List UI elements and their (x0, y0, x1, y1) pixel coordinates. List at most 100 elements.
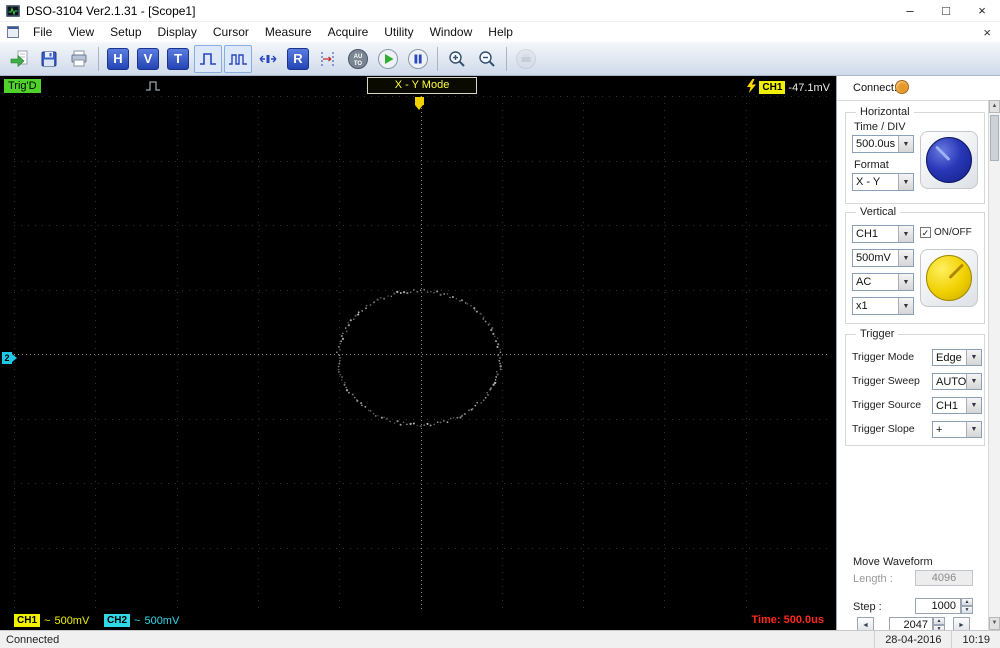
letter-icon: H (107, 47, 129, 70)
chevron-down-icon: ▼ (898, 226, 913, 242)
connect-label: Connect: (853, 82, 898, 94)
trigger-sweep-select[interactable]: AUTO ▼ (932, 373, 982, 390)
spin-down-icon[interactable]: ▼ (961, 606, 973, 614)
menu-setup[interactable]: Setup (102, 23, 149, 41)
scope-grid (14, 96, 828, 613)
cursor-measure-button[interactable] (314, 45, 342, 73)
trigger-mode-label: Trigger Mode (852, 351, 915, 363)
trigger-sweep-label: Trigger Sweep (852, 375, 920, 387)
length-label: Length : (853, 573, 893, 585)
refresh-panel-button[interactable]: R (284, 45, 312, 73)
single-waveform-button[interactable] (194, 44, 222, 73)
chevron-down-icon: ▼ (966, 422, 981, 437)
menu-help[interactable]: Help (480, 23, 521, 41)
save-icon (39, 49, 59, 69)
horizontal-panel-button[interactable]: H (104, 45, 132, 73)
ch2-position-marker[interactable]: 2 (2, 352, 17, 364)
print-button[interactable] (65, 45, 93, 73)
chevron-down-icon: ▼ (898, 298, 913, 314)
scope-display[interactable] (14, 96, 828, 613)
step-label: Step : (853, 601, 882, 613)
maximize-button[interactable]: □ (928, 0, 964, 21)
run-button[interactable] (374, 45, 402, 73)
menu-cursor[interactable]: Cursor (205, 23, 257, 41)
coupling-select[interactable]: AC ▼ (852, 273, 914, 291)
mdi-close-icon[interactable]: × (974, 25, 1000, 40)
volts-div-select[interactable]: 500mV ▼ (852, 249, 914, 267)
menu-items: File View Setup Display Cursor Measure Acquire… (25, 23, 521, 41)
checkbox-check-icon: ✓ (920, 227, 931, 238)
spin-up-icon[interactable]: ▲ (961, 598, 973, 606)
window-title: DSO-3104 Ver2.1.31 - [Scope1] (26, 3, 196, 18)
chevron-down-icon: ▼ (898, 136, 913, 152)
scope-area: Trig'D X - Y Mode CH1 -47.1mV 2 CH1 ~ 50… (0, 76, 836, 630)
horizontal-group-title: Horizontal (856, 106, 914, 118)
channel-onoff-checkbox[interactable]: ✓ ON/OFF (920, 227, 972, 238)
trigger-level-icon[interactable] (747, 79, 757, 96)
format-select[interactable]: X - Y ▼ (852, 173, 914, 191)
menubar: File View Setup Display Cursor Measure Acquire… (0, 22, 1000, 42)
timediv-value: 500.0us (856, 138, 896, 150)
chevron-down-icon: ▼ (898, 174, 913, 190)
menu-file[interactable]: File (25, 23, 60, 41)
trigger-panel-button[interactable]: T (164, 45, 192, 73)
menu-utility[interactable]: Utility (376, 23, 421, 41)
chevron-down-icon: ▼ (898, 250, 913, 266)
save-button[interactable] (35, 45, 63, 73)
probe-value: x1 (856, 300, 868, 312)
scrollbar-thumb[interactable] (990, 115, 999, 161)
chevron-down-icon: ▼ (966, 350, 981, 365)
xy-trace (336, 288, 502, 428)
volts-div-value: 500mV (856, 252, 891, 264)
zoom-in-button[interactable] (443, 45, 471, 73)
channel-value: CH1 (856, 228, 879, 240)
coupling-value: AC (856, 276, 872, 288)
minimize-button[interactable]: – (892, 0, 928, 21)
titlebar: DSO-3104 Ver2.1.31 - [Scope1] – □ × (0, 0, 1000, 22)
scope-channel-strip: CH1 ~ 500mV CH2 ~ 500mV Time: 500.0us (0, 612, 836, 630)
panel-scrollbar[interactable]: ▲ ▼ (988, 100, 1000, 630)
trigger-slope-label: Trigger Slope (852, 423, 915, 435)
pulse-double-icon (228, 49, 248, 69)
svg-text:AU: AU (354, 54, 363, 60)
menu-acquire[interactable]: Acquire (320, 23, 377, 41)
step-field[interactable]: 1000 (915, 598, 961, 614)
spin-up-icon[interactable]: ▲ (933, 617, 945, 625)
ch2-volts: 500mV (144, 614, 180, 627)
vertical-group: Vertical CH1 ▼ ✓ ON/OFF 500mV ▼ AC ▼ x1 … (845, 206, 985, 324)
scroll-up-icon[interactable]: ▲ (989, 100, 1000, 113)
autoscale-button[interactable] (254, 45, 282, 73)
probe-select[interactable]: x1 ▼ (852, 297, 914, 315)
display-mode-text: X - Y Mode (394, 79, 450, 91)
step-spinner[interactable]: ▲ ▼ (961, 598, 973, 614)
zoom-out-button[interactable] (473, 45, 501, 73)
ch2-marker-label: 2 (4, 353, 10, 363)
connect-led[interactable] (895, 80, 909, 94)
chevron-down-icon: ▼ (898, 274, 913, 290)
menu-view[interactable]: View (60, 23, 102, 41)
panel-divider (837, 100, 1000, 101)
trigger-source-select[interactable]: CH1 ▼ (932, 397, 982, 414)
close-button[interactable]: × (964, 0, 1000, 21)
vertical-panel-button[interactable]: V (134, 45, 162, 73)
menu-window[interactable]: Window (422, 23, 481, 41)
trigger-mode-select[interactable]: Edge ▼ (932, 349, 982, 366)
trigger-slope-icon (145, 80, 161, 95)
menu-display[interactable]: Display (150, 23, 205, 41)
timediv-select[interactable]: 500.0us ▼ (852, 135, 914, 153)
timebase-knob-well (920, 131, 978, 189)
pause-button[interactable] (404, 45, 432, 73)
run-icon (377, 48, 399, 70)
volts-knob[interactable] (926, 255, 972, 301)
channel-select[interactable]: CH1 ▼ (852, 225, 914, 243)
trigger-source-label: Trigger Source (852, 399, 922, 411)
timebase-knob[interactable] (926, 137, 972, 183)
scroll-down-icon[interactable]: ▼ (989, 617, 1000, 630)
ch1-position-marker[interactable] (415, 97, 424, 110)
dual-waveform-button[interactable] (224, 44, 252, 73)
trigger-slope-select[interactable]: + ▼ (932, 421, 982, 438)
menu-measure[interactable]: Measure (257, 23, 320, 41)
import-button[interactable] (5, 45, 33, 73)
autoset-button[interactable]: AU TO (344, 45, 372, 73)
ch1-badge: CH1 (14, 614, 41, 627)
